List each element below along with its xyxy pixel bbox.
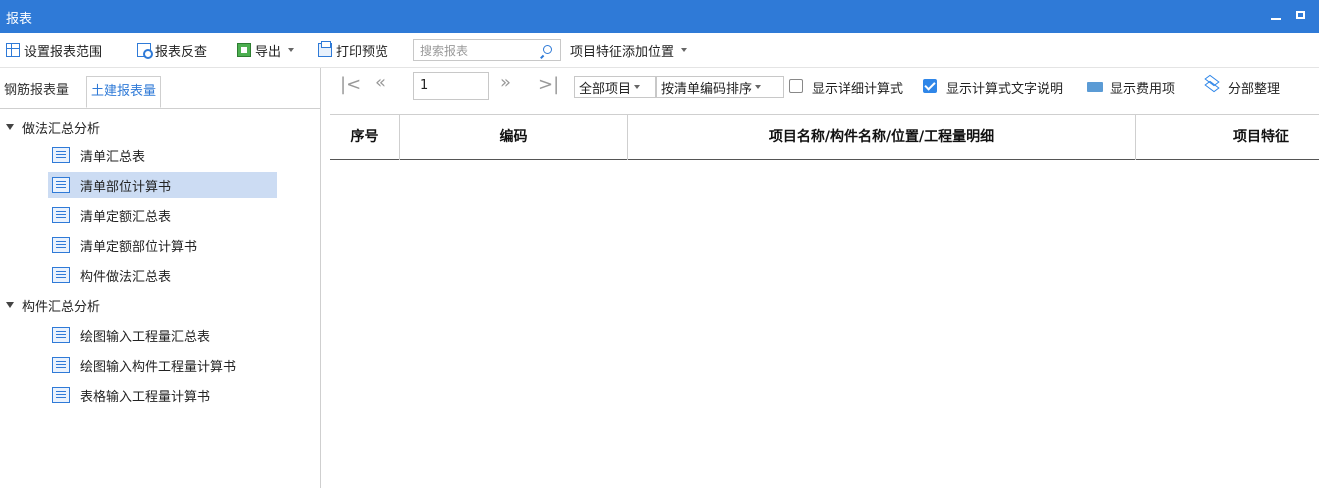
column-header-index[interactable]: 序号 — [330, 115, 400, 160]
show-fee-items-button[interactable]: 显示费用项 — [1110, 78, 1175, 97]
tree-item-drawing-quantity-summary[interactable]: 绘图输入工程量汇总表 — [48, 322, 277, 348]
sort-dropdown[interactable]: 按清单编码排序 — [656, 76, 784, 98]
show-formula-desc-label: 显示计算式文字说明 — [946, 82, 1064, 97]
report-doc-icon — [52, 327, 70, 343]
report-search-icon — [137, 43, 153, 59]
column-header-item-name[interactable]: 项目名称/构件名称/位置/工程量明细 — [628, 115, 1136, 160]
report-doc-icon — [52, 177, 70, 193]
reverse-check-button[interactable]: 报表反查 — [137, 41, 207, 60]
tree-group-component[interactable]: 构件汇总分析 — [6, 294, 100, 316]
tree-item-drawing-component-calc[interactable]: 绘图输入构件工程量计算书 — [48, 352, 277, 378]
report-doc-icon — [52, 387, 70, 403]
chevron-down-icon — [288, 48, 295, 52]
report-tree-panel: 钢筋报表量 土建报表量 做法汇总分析 清单汇总表 清单部位计算书 清单定额汇总表… — [0, 68, 321, 488]
page-number-input[interactable]: 1 — [413, 72, 489, 100]
report-search-box — [413, 39, 561, 61]
report-table-header: 序号 编码 项目名称/构件名称/位置/工程量明细 项目特征 — [330, 114, 1319, 160]
export-icon — [237, 43, 251, 57]
grid-icon — [6, 43, 20, 57]
column-header-code[interactable]: 编码 — [400, 115, 628, 160]
report-type-tabs: 钢筋报表量 土建报表量 — [0, 68, 320, 109]
print-preview-button[interactable]: 打印预览 — [318, 41, 388, 60]
prev-page-icon[interactable]: « — [375, 72, 386, 93]
report-doc-icon — [52, 147, 70, 163]
chevron-down-icon — [755, 85, 762, 89]
chevron-down-icon — [681, 48, 688, 52]
report-doc-icon — [52, 267, 70, 283]
tab-civil-report[interactable]: 土建报表量 — [86, 76, 162, 108]
tree-item-bill-summary[interactable]: 清单汇总表 — [48, 142, 277, 168]
export-button[interactable]: 导出 — [237, 41, 295, 60]
next-page-icon[interactable]: » — [500, 72, 511, 93]
tree-item-bill-location-calc[interactable]: 清单部位计算书 — [48, 172, 277, 198]
last-page-icon[interactable]: >| — [538, 74, 559, 95]
window-title: 报表 — [6, 12, 33, 27]
tree-group-method[interactable]: 做法汇总分析 — [6, 116, 100, 138]
expand-triangle-icon[interactable] — [6, 124, 14, 130]
column-header-item-feature[interactable]: 项目特征 — [1136, 115, 1319, 160]
report-search-input[interactable] — [418, 41, 540, 61]
report-doc-icon — [52, 237, 70, 253]
search-icon[interactable] — [543, 45, 552, 54]
show-formula-desc-checkbox[interactable] — [923, 79, 937, 93]
tree-item-component-method-summary[interactable]: 构件做法汇总表 — [48, 262, 277, 288]
tree-item-bill-quota-location-calc[interactable]: 清单定额部位计算书 — [48, 232, 277, 258]
report-doc-icon — [52, 207, 70, 223]
printer-icon — [318, 41, 332, 57]
chevron-down-icon — [634, 85, 641, 89]
partial-arrange-button[interactable]: 分部整理 — [1228, 78, 1280, 97]
maximize-icon[interactable] — [1296, 11, 1305, 19]
expand-triangle-icon[interactable] — [6, 302, 14, 308]
report-doc-icon — [52, 357, 70, 373]
show-detail-formula-checkbox[interactable] — [789, 79, 803, 93]
tree-item-table-quantity-calc[interactable]: 表格输入工程量计算书 — [48, 382, 277, 408]
layers-icon — [1204, 78, 1220, 92]
show-detail-formula-label: 显示详细计算式 — [812, 82, 904, 97]
set-range-button[interactable]: 设置报表范围 — [6, 41, 102, 60]
fee-icon — [1087, 82, 1103, 92]
tree-item-bill-quota-summary[interactable]: 清单定额汇总表 — [48, 202, 277, 228]
minimize-icon[interactable] — [1271, 6, 1283, 24]
first-page-icon[interactable]: |< — [340, 74, 361, 95]
main-toolbar: 设置报表范围 报表反查 导出 打印预览 项目特征添加位置 — [0, 33, 1319, 68]
scope-dropdown[interactable]: 全部项目 — [574, 76, 656, 98]
title-bar: 报表 — [0, 0, 1319, 33]
tab-rebar-report[interactable]: 钢筋报表量 — [0, 76, 73, 106]
feature-position-dropdown[interactable]: 项目特征添加位置 — [570, 41, 688, 60]
